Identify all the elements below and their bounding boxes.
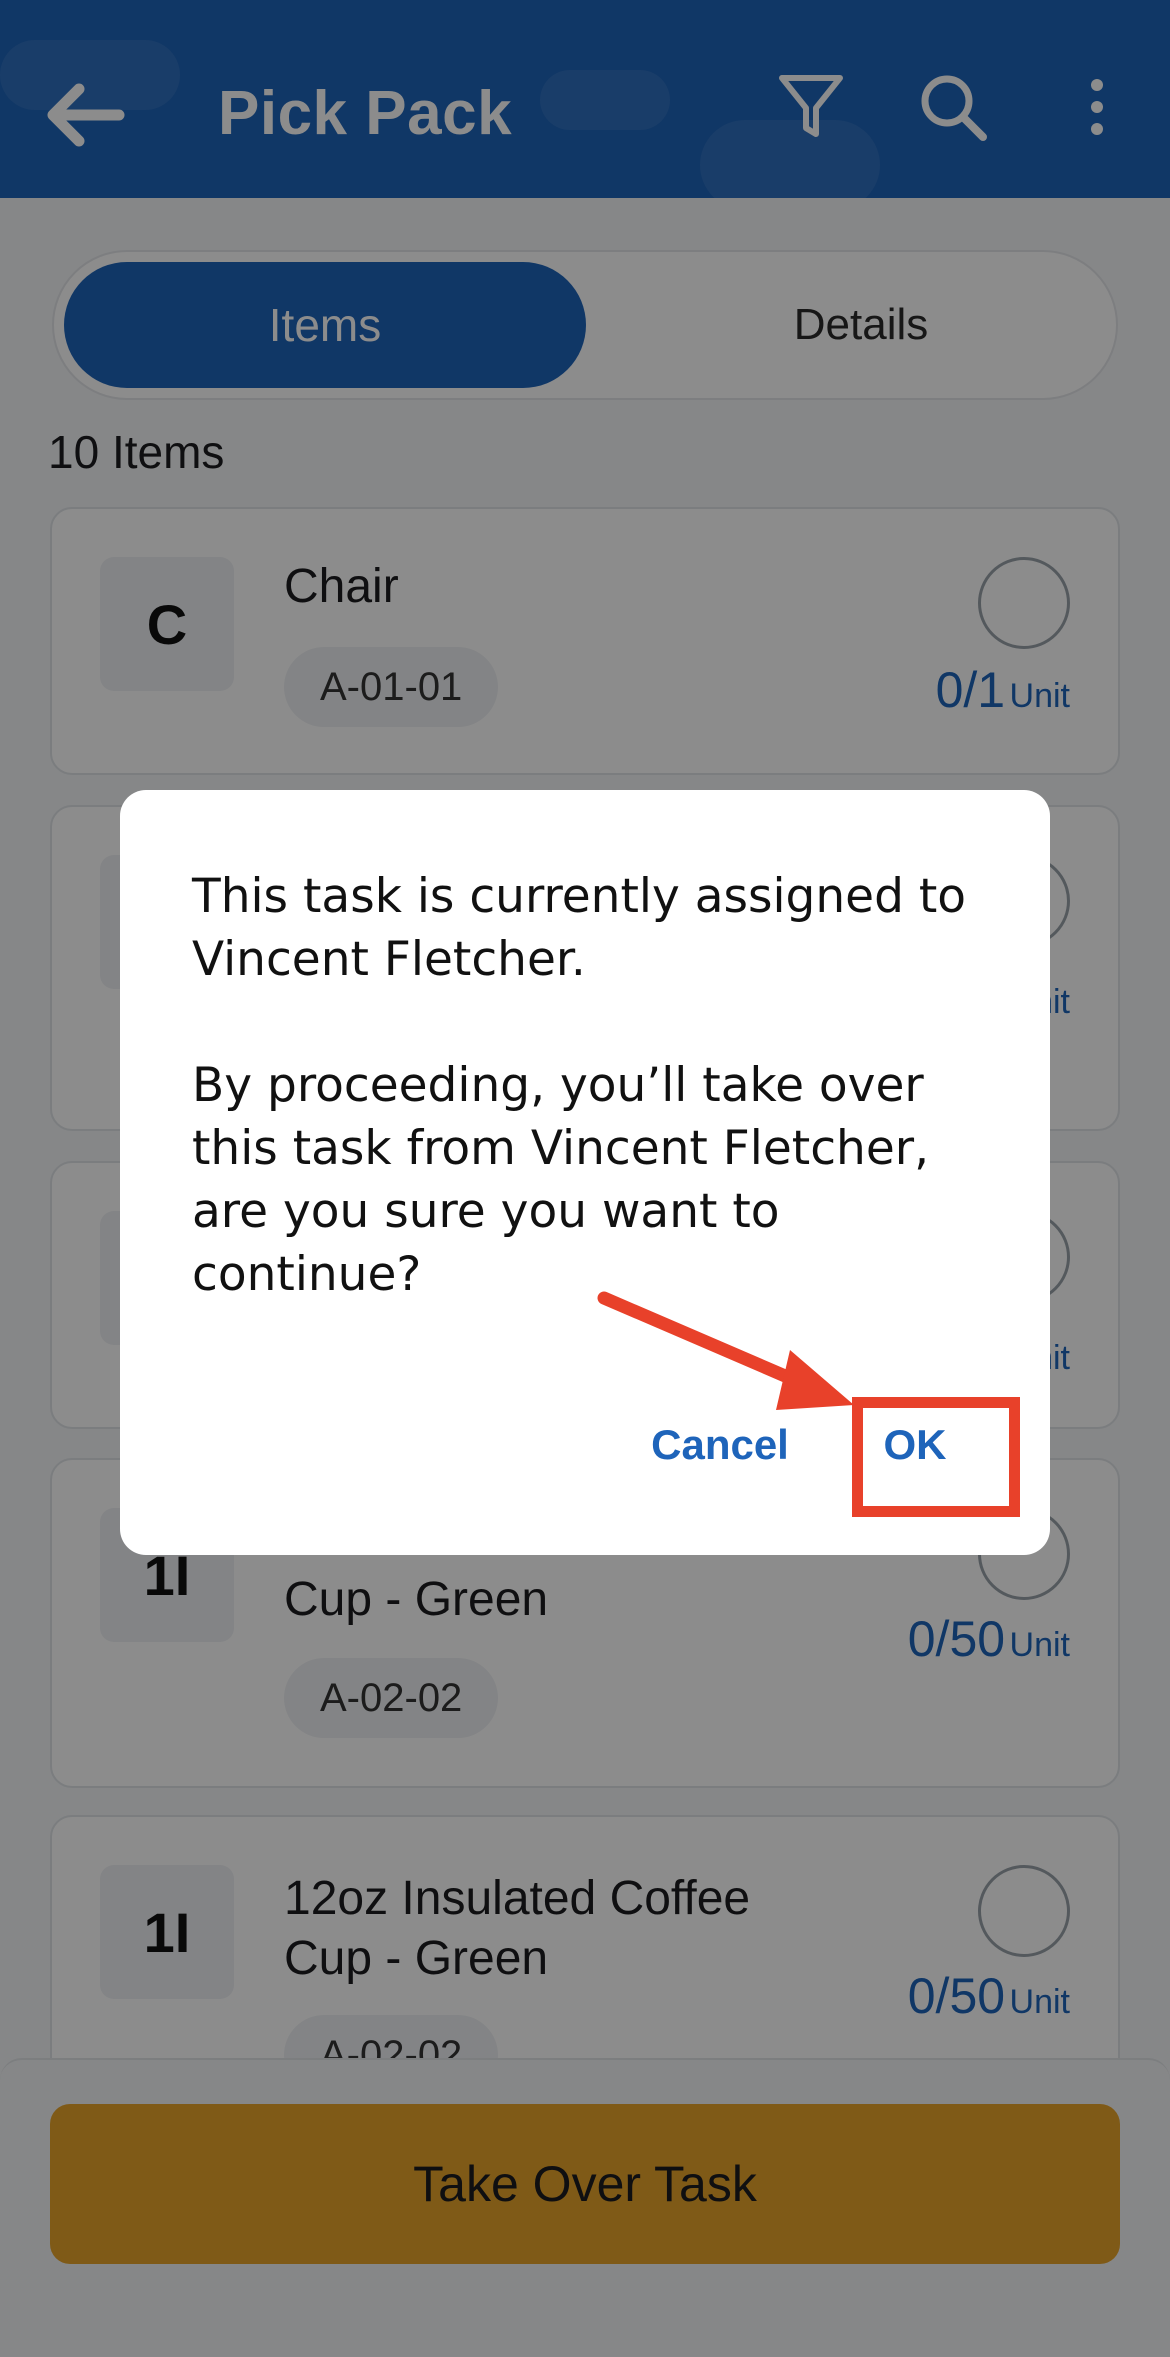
dialog-message: This task is currently assigned to Vince… bbox=[192, 865, 992, 1306]
dialog-message-line-1: This task is currently assigned to Vince… bbox=[192, 869, 967, 987]
cancel-button[interactable]: Cancel bbox=[620, 1400, 820, 1490]
annotation-highlight-box bbox=[852, 1397, 1020, 1517]
dialog-message-line-2: By proceeding, you’ll take over this tas… bbox=[192, 1058, 930, 1302]
